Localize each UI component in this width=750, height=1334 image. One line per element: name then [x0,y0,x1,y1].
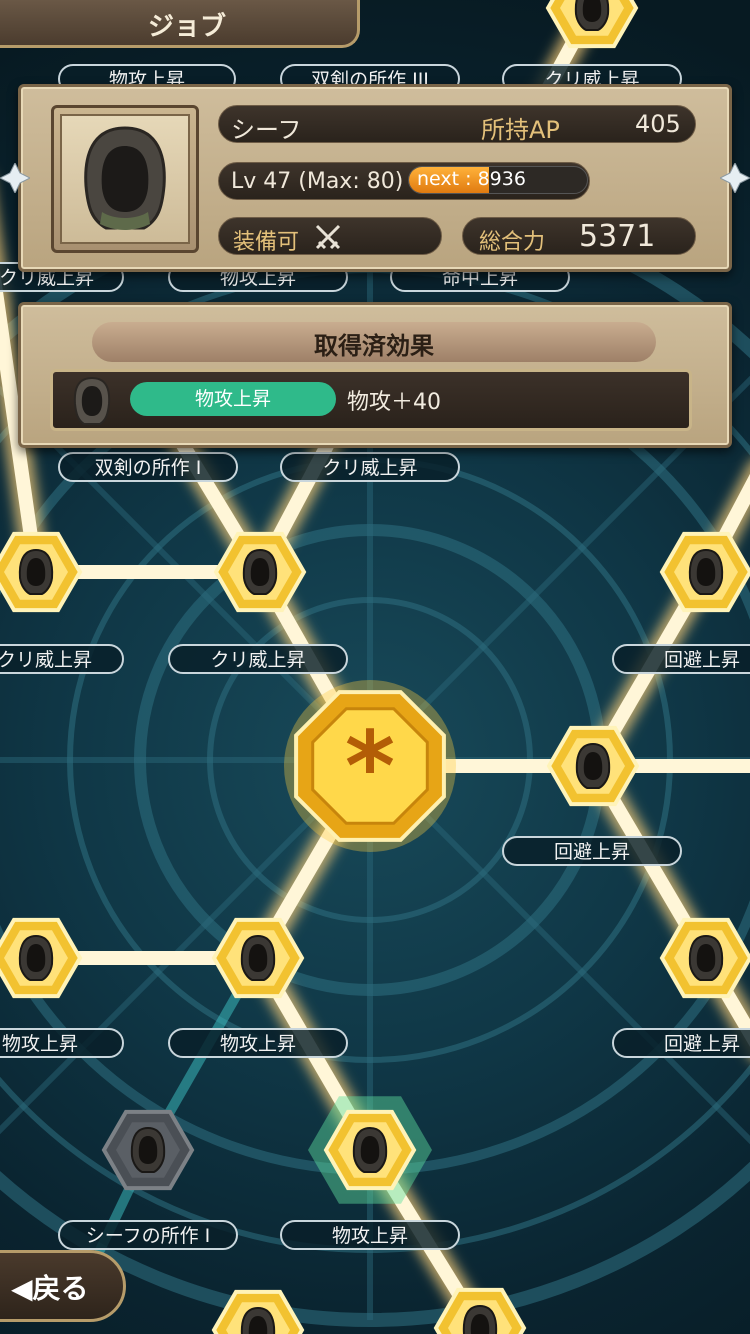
back-button[interactable]: ◀戻る [0,1250,126,1322]
next-job-arrow-icon[interactable] [718,161,750,195]
star-core-icon: * [284,680,456,852]
back-button-label: ◀戻る [11,1272,89,1305]
node-label[interactable]: 回避上昇 [612,1028,750,1058]
skill-node[interactable] [542,0,642,58]
thief-hood-icon [0,917,83,999]
thief-hood-icon [546,725,640,807]
acquired-effects-banner: 取得済効果 [92,322,656,362]
skill-node[interactable] [656,908,750,1008]
screen-title-tab: ジョブ [0,0,360,48]
skill-node[interactable] [0,522,86,622]
thief-hood-icon [545,0,639,49]
effect-row: 物攻上昇 物攻＋40 [50,369,692,431]
node-label[interactable]: 回避上昇 [612,644,750,674]
thief-hood-icon [73,376,111,425]
thief-hood-icon [308,1096,432,1204]
node-label[interactable]: 回避上昇 [502,836,682,866]
skill-node[interactable] [0,908,86,1008]
next-exp-text: next : 8936 [417,168,526,190]
thief-hood-icon [211,1289,305,1334]
skill-node[interactable] [210,522,310,622]
total-power-pill: 総合力 5371 [462,217,696,255]
selected-skill-node[interactable] [308,1096,432,1204]
skill-node[interactable] [208,908,308,1008]
thief-hood-icon [0,531,83,613]
equip-pill: 装備可 [218,217,442,255]
total-power-value: 5371 [579,219,656,254]
prev-job-arrow-icon[interactable] [0,161,32,195]
total-power-label: 総合力 [479,230,546,255]
ap-value: 405 [635,110,681,138]
thief-hood-icon [659,917,750,999]
node-label[interactable]: 物攻上昇 [280,1220,460,1250]
acquired-effects-title: 取得済効果 [314,332,434,360]
skill-node[interactable] [543,716,643,816]
thief-hood-icon [213,531,307,613]
thief-hood-icon [101,1109,195,1191]
effect-value: 物攻＋40 [347,390,441,415]
equip-label: 装備可 [233,230,300,255]
locked-skill-node[interactable] [98,1100,198,1200]
node-label[interactable]: 物攻上昇 [168,1028,348,1058]
node-label[interactable]: クリ威上昇 [0,644,124,674]
ap-label: 所持AP [481,116,560,144]
job-portrait [51,105,199,253]
next-exp-bar: next : 8936 [408,166,588,194]
thief-hood-icon [433,1287,527,1334]
skill-node[interactable] [430,1278,530,1334]
skill-node[interactable] [208,1280,308,1334]
thief-hood-icon [211,917,305,999]
skill-node[interactable] [656,522,750,622]
thief-hood-icon [84,126,166,230]
job-core-node[interactable]: * [280,676,460,856]
node-label[interactable]: 双剣の所作 I [58,452,238,482]
screen-title: ジョブ [148,12,227,42]
thief-hood-icon [659,531,750,613]
dual-swords-icon [315,224,341,250]
node-label[interactable]: クリ威上昇 [280,452,460,482]
svg-text:*: * [345,711,395,823]
job-name: シーフ [231,116,302,144]
level-text: Lv 47 (Max: 80) [231,169,404,194]
node-label[interactable]: クリ威上昇 [168,644,348,674]
job-name-pill: シーフ 所持AP 405 [218,105,696,144]
effect-name-badge: 物攻上昇 [130,382,336,416]
node-label[interactable]: 物攻上昇 [0,1028,124,1058]
node-label[interactable]: シーフの所作 I [58,1220,238,1250]
